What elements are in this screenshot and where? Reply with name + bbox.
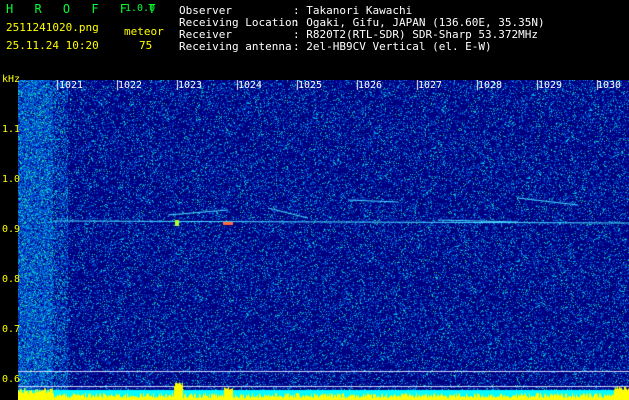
header-panel: H R O F F T 1.0.0 2511241020.png 25.11.2… (0, 0, 629, 80)
x-tick-label: 1023 (178, 80, 203, 91)
antenna-value: : 2el-HB9CV Vertical (el. E-W) (293, 40, 492, 53)
y-tick-label: 0.7 (2, 324, 21, 335)
datetime: 25.11.24 10:20 (6, 39, 99, 52)
x-tick-label: 1022 (118, 80, 143, 91)
x-tick-label: 1028 (478, 80, 503, 91)
x-tick-label: 1029 (538, 80, 563, 91)
meteor-count: 75 (139, 39, 153, 52)
y-tick-label: 1.1 (2, 124, 21, 135)
x-tick-label: 1024 (238, 80, 263, 91)
x-tick-label: 1030 (597, 80, 622, 91)
spectrogram-canvas (18, 80, 629, 400)
y-tick-label: 1.0 (2, 174, 21, 185)
app-version: 1.0.0 (125, 3, 156, 14)
x-tick-label: 1027 (418, 80, 443, 91)
x-tick-label: 1021 (59, 80, 84, 91)
filename: 2511241020.png (6, 21, 99, 34)
y-tick-label: 0.9 (2, 224, 21, 235)
meteor-label: meteor (124, 25, 164, 38)
x-tick-label: 1026 (358, 80, 383, 91)
x-tick-label: 1025 (298, 80, 323, 91)
y-tick-label: 0.6 (2, 374, 21, 385)
antenna-label: Receiving antenna (179, 40, 292, 53)
y-axis-unit: kHz (2, 74, 21, 85)
y-tick-label: 0.8 (2, 274, 21, 285)
